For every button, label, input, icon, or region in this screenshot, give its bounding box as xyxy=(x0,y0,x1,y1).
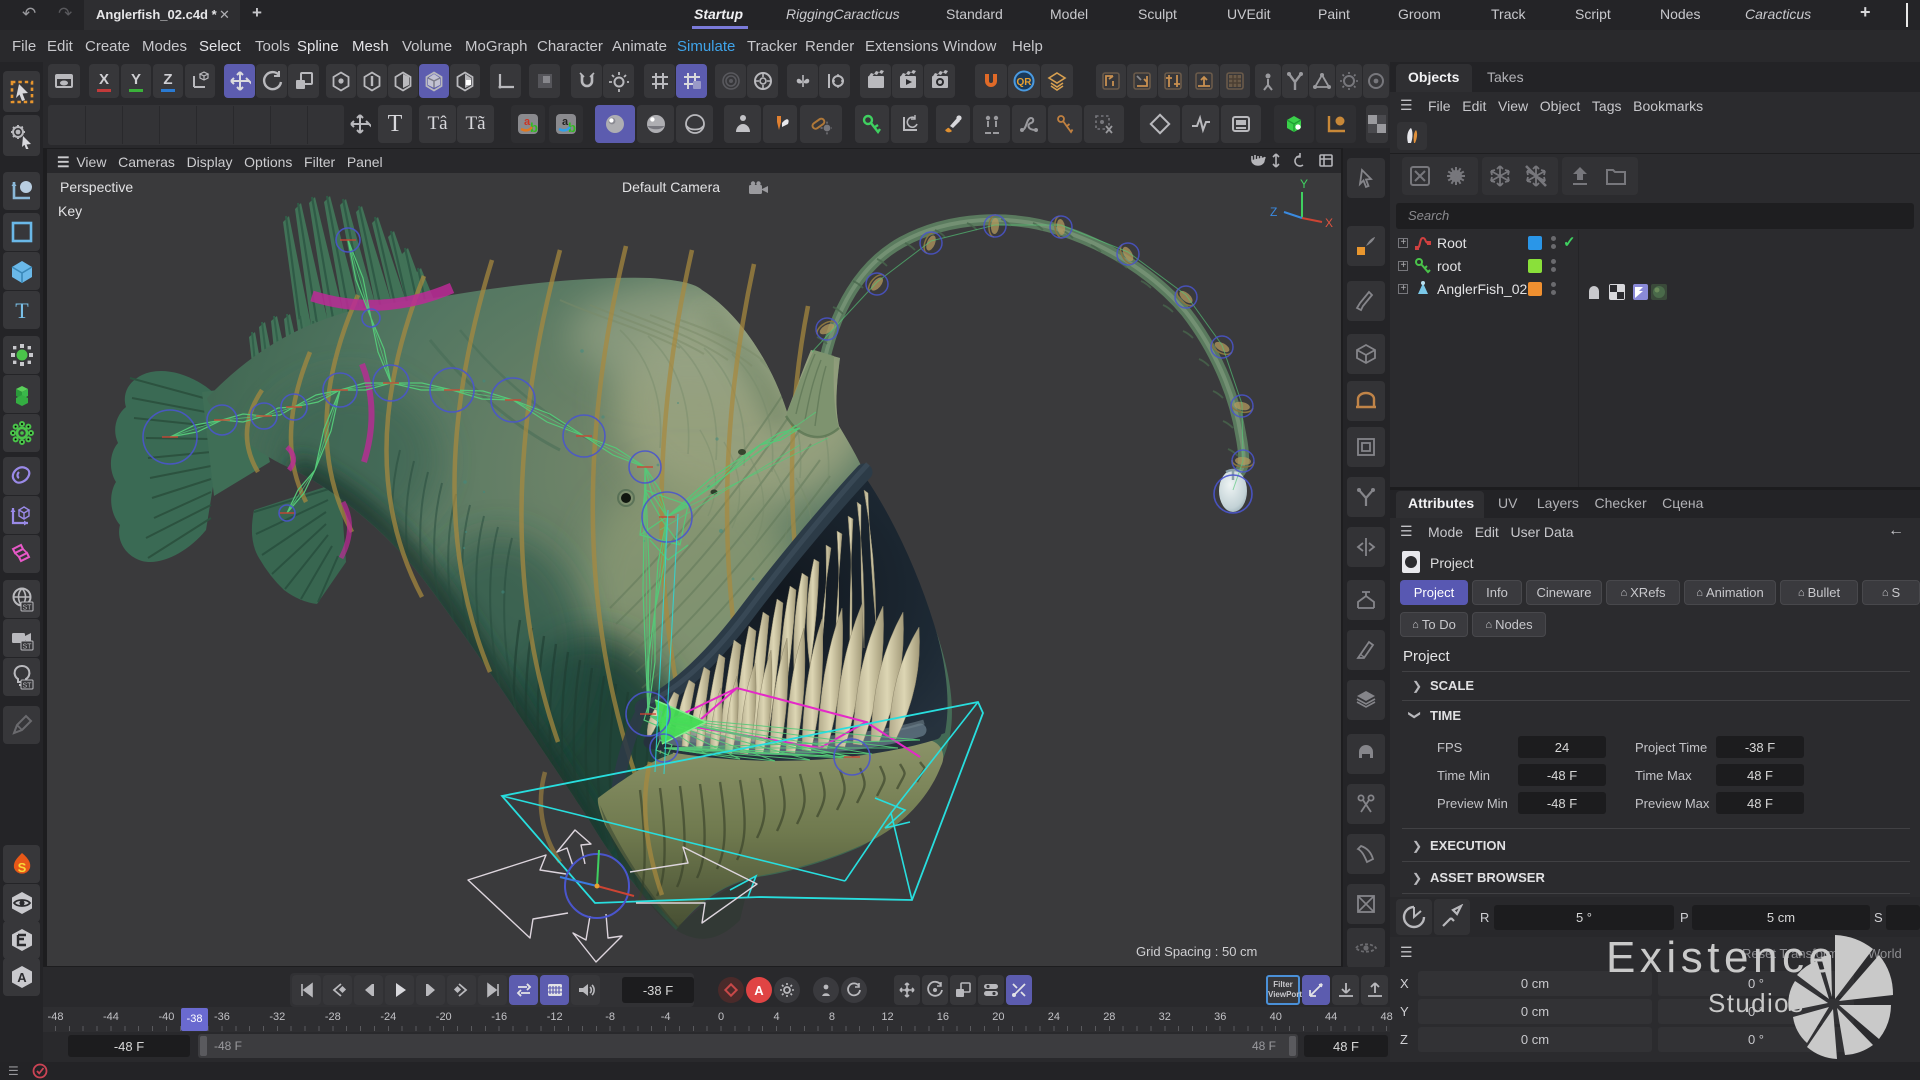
svg-text:A: A xyxy=(17,970,27,985)
svg-text:ST: ST xyxy=(22,683,32,690)
svg-text:ST: ST xyxy=(22,605,32,612)
svg-text:QR: QR xyxy=(1017,77,1033,88)
svg-text:T: T xyxy=(15,298,29,323)
svg-text:X: X xyxy=(1325,216,1333,230)
svg-text:Z: Z xyxy=(1270,205,1277,219)
svg-text:ST: ST xyxy=(22,644,32,651)
svg-text:Y: Y xyxy=(1300,177,1308,191)
svg-text:S: S xyxy=(17,860,26,875)
